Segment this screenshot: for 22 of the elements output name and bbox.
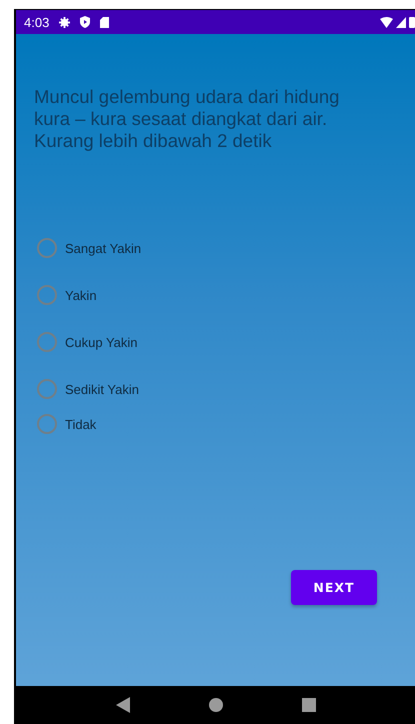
signal-icon bbox=[396, 16, 406, 28]
next-button[interactable]: NEXT bbox=[291, 570, 377, 605]
question-text: Muncul gelembung udara dari hidung kura – kura sesaat diangkat dari air. Kurang lebih dibawah 2 detik bbox=[34, 86, 340, 152]
radio-button[interactable] bbox=[37, 414, 57, 434]
radio-option[interactable]: Yakin bbox=[34, 281, 415, 309]
shield-icon bbox=[80, 16, 90, 28]
wifi-icon bbox=[380, 16, 393, 28]
clock: 4:03 bbox=[24, 14, 50, 30]
sd-card-icon bbox=[100, 16, 110, 28]
radio-button[interactable] bbox=[37, 238, 57, 258]
recents-icon[interactable] bbox=[302, 698, 316, 712]
back-icon[interactable] bbox=[116, 697, 130, 713]
radio-button[interactable] bbox=[37, 379, 57, 399]
battery-icon bbox=[409, 16, 415, 28]
radio-option[interactable]: Sedikit Yakin bbox=[34, 375, 415, 403]
radio-button[interactable] bbox=[37, 285, 57, 305]
radio-option[interactable]: Tidak bbox=[34, 410, 415, 438]
radio-button[interactable] bbox=[37, 332, 57, 352]
gear-icon bbox=[59, 16, 70, 28]
radio-option[interactable]: Sangat Yakin bbox=[34, 234, 415, 262]
radio-option[interactable]: Cukup Yakin bbox=[34, 328, 415, 356]
home-icon[interactable] bbox=[208, 698, 222, 712]
